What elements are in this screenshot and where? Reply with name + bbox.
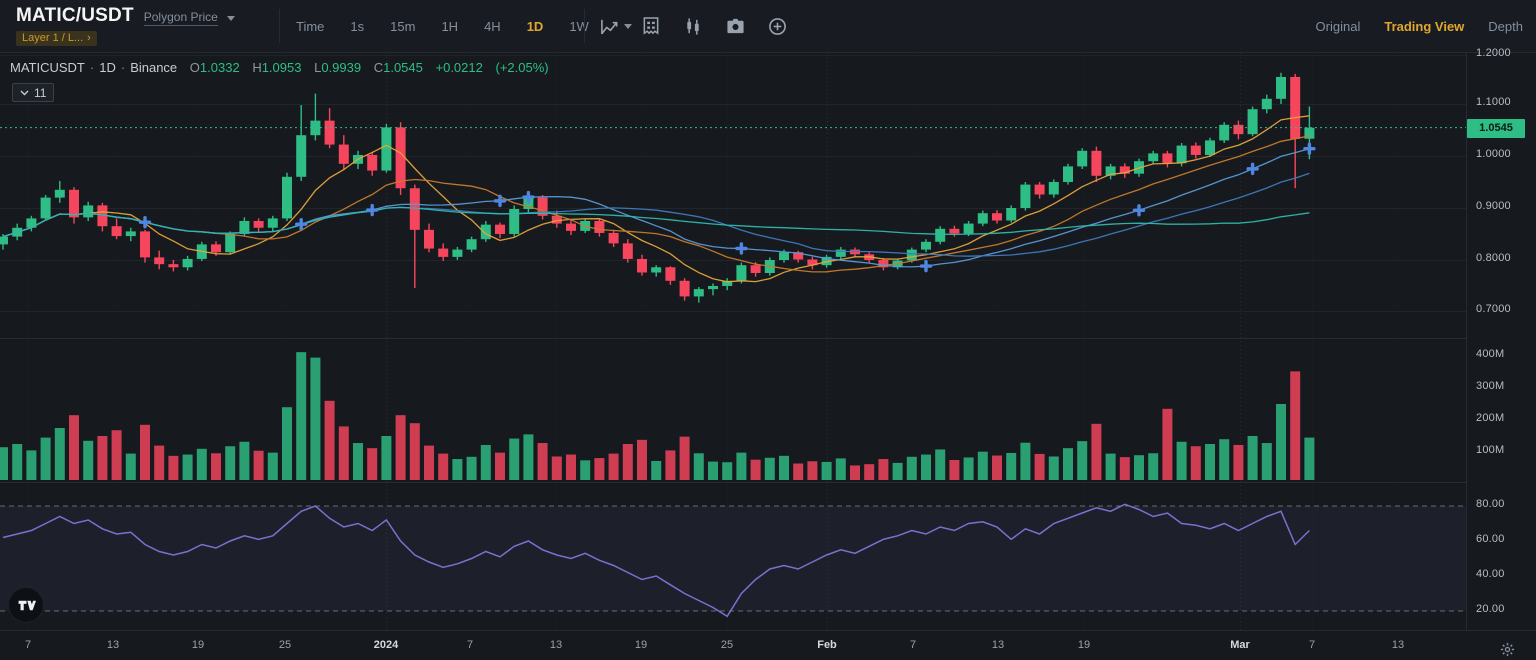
- time-axis-label: 25: [720, 639, 734, 651]
- high-label: H: [252, 60, 262, 75]
- rsi-axis-label: 20.00: [1476, 603, 1505, 615]
- trading-terminal: MATIC/USDT Polygon Price Layer 1 / L... › …: [0, 0, 1536, 660]
- volume-axis-label: 300M: [1476, 380, 1505, 392]
- rsi-axis-label: 40.00: [1476, 568, 1505, 580]
- chevron-down-icon: [20, 90, 29, 95]
- trading-chart-canvas[interactable]: [0, 0, 1536, 660]
- time-axis-label: 25: [278, 639, 292, 651]
- time-axis-label: 19: [1077, 639, 1091, 651]
- high-value: 1.0953: [261, 60, 302, 75]
- price-axis-label: 0.7000: [1476, 303, 1511, 315]
- time-axis-label: 13: [991, 639, 1005, 651]
- tradingview-logo-icon: [18, 600, 36, 610]
- change-percent: (+2.05%): [495, 60, 549, 75]
- price-axis-label: 0.8000: [1476, 252, 1511, 264]
- price-axis-label: 1.2000: [1476, 47, 1511, 59]
- time-axis-label: Feb: [817, 639, 837, 651]
- time-axis-label: 7: [24, 639, 32, 651]
- time-axis-label: Mar: [1230, 639, 1250, 651]
- chart-legend: MATICUSDT · 1D · Binance O1.0332 H1.0953 L0.…: [10, 60, 549, 75]
- tradingview-logo[interactable]: [8, 587, 44, 623]
- price-axis[interactable]: 1.0545 1.2000 1.1000 1.0000 0.9000 0.8000 0.7…: [1466, 47, 1536, 660]
- price-axis-label: 0.9000: [1476, 200, 1511, 212]
- last-price-badge: 1.0545: [1467, 118, 1525, 138]
- low-value: 0.9939: [321, 60, 362, 75]
- time-axis-label: 19: [634, 639, 648, 651]
- time-axis-label: 13: [1391, 639, 1405, 651]
- indicators-collapse-badge[interactable]: 11: [12, 83, 55, 102]
- price-axis-label: 1.1000: [1476, 96, 1511, 108]
- time-axis-label: 19: [191, 639, 205, 651]
- close-value: 1.0545: [383, 60, 423, 75]
- volume-axis-label: 400M: [1476, 348, 1505, 360]
- open-label: O: [189, 60, 200, 75]
- legend-exchange: Binance: [130, 60, 178, 75]
- change-value: +0.0212: [435, 60, 483, 75]
- open-value: 1.0332: [199, 60, 240, 75]
- volume-bars: [0, 352, 1315, 480]
- price-axis-label: 1.0000: [1476, 148, 1511, 160]
- indicator-count: 11: [34, 85, 47, 100]
- time-axis-label: 7: [909, 639, 917, 651]
- time-axis-label: 7: [466, 639, 474, 651]
- legend-interval: 1D: [99, 60, 116, 75]
- chart-area[interactable]: MATICUSDT · 1D · Binance O1.0332 H1.0953 L0.…: [0, 47, 1536, 660]
- time-axis-label: 2024: [373, 639, 399, 651]
- legend-symbol: MATICUSDT: [10, 60, 85, 75]
- volume-axis-label: 100M: [1476, 444, 1505, 456]
- candlesticks: [0, 72, 1315, 303]
- rsi-axis-label: 60.00: [1476, 533, 1505, 545]
- time-axis-label: 13: [549, 639, 563, 651]
- close-label: C: [373, 60, 384, 75]
- rsi-band: [0, 506, 1466, 611]
- time-axis[interactable]: 7 13 19 25 2024 7 13 19 25 Feb 7 13 19 Mar 7 13: [0, 630, 1536, 660]
- volume-axis-label: 200M: [1476, 412, 1505, 424]
- gear-icon[interactable]: [1496, 638, 1518, 660]
- time-axis-label: 13: [106, 639, 120, 651]
- time-axis-label: 7: [1308, 639, 1316, 651]
- rsi-axis-label: 80.00: [1476, 498, 1505, 510]
